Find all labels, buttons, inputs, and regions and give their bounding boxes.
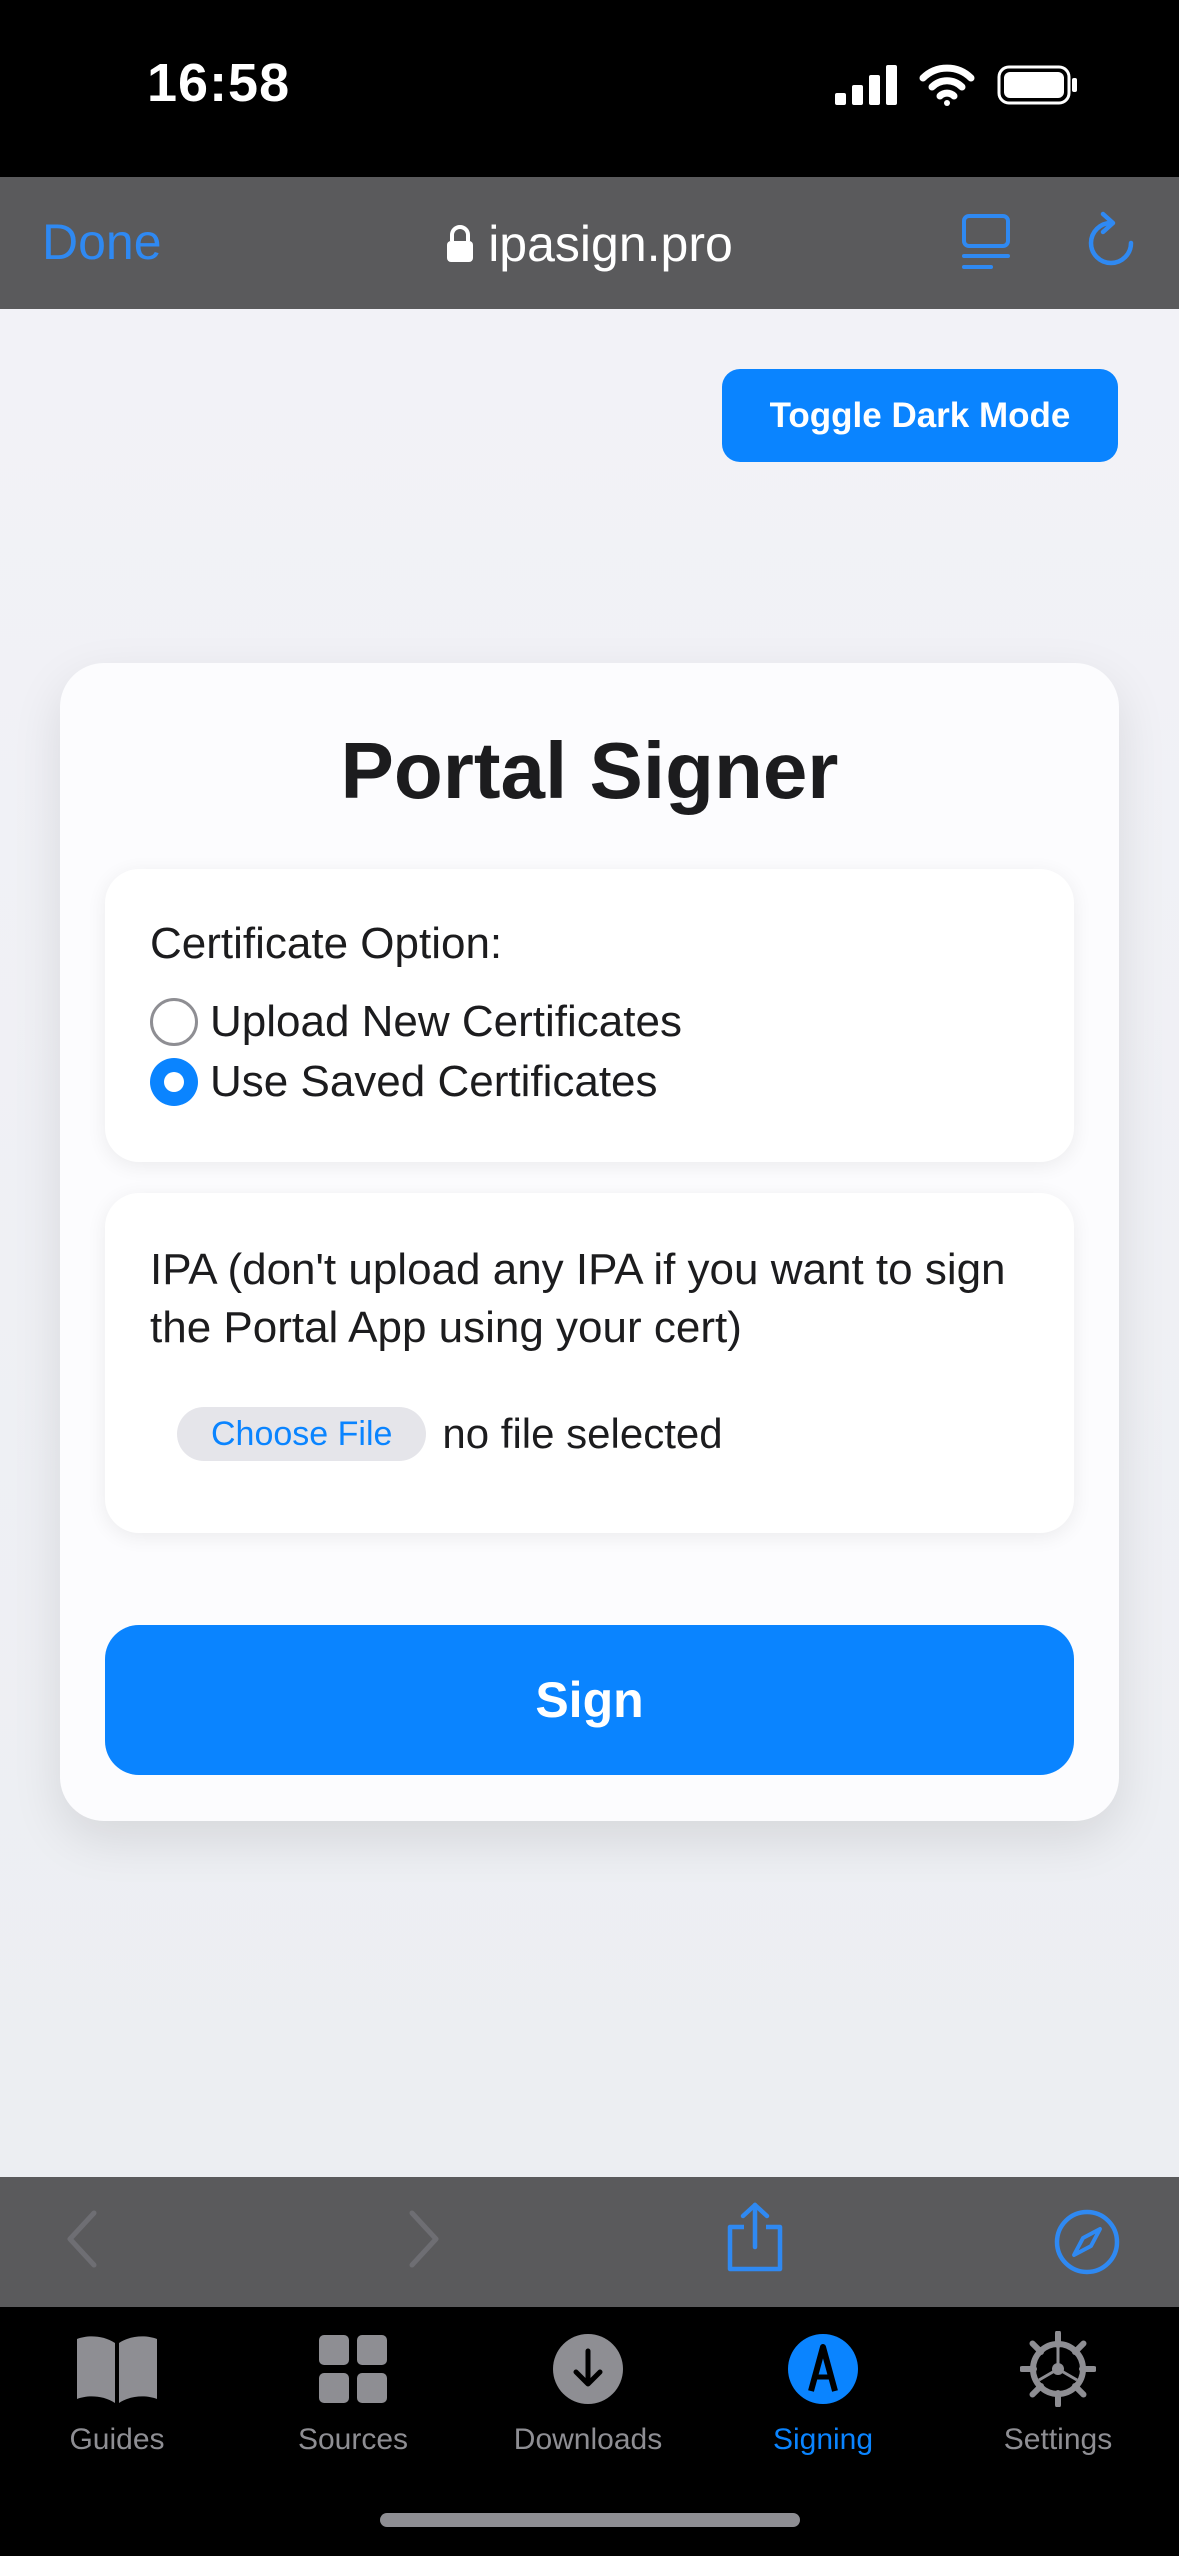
page-title: Portal Signer [340, 726, 839, 815]
url-text: ipasign.pro [488, 215, 733, 272]
choose-file-button[interactable]: Choose File [177, 1407, 427, 1461]
tab-label: Settings [1003, 2423, 1113, 2456]
certificate-option-panel: Certificate Option: Upload New Certifica… [105, 869, 1074, 1162]
back-button[interactable] [62, 2207, 102, 2276]
status-icons [835, 64, 1079, 106]
radio-label: Use Saved Certificates [210, 1057, 658, 1106]
file-input: Choose File no file selected [177, 1407, 723, 1461]
reload-icon [1088, 211, 1134, 266]
battery-icon [997, 65, 1077, 105]
chevron-left-icon [67, 2210, 97, 2268]
tab-label: Guides [69, 2423, 165, 2456]
reader-icon [962, 214, 1010, 269]
status-bar: 16:58 [0, 0, 1179, 177]
sign-button[interactable]: Sign [105, 1625, 1074, 1775]
tab-label: Signing [772, 2423, 874, 2456]
ipa-label: IPA (don't upload any IPA if you want to… [150, 1245, 1006, 1352]
radio-checked-icon[interactable] [150, 1058, 198, 1106]
tab-guides[interactable]: Guides [17, 2327, 217, 2457]
tab-signing[interactable]: Signing [723, 2327, 923, 2457]
share-icon [727, 2202, 783, 2272]
share-button[interactable] [724, 2201, 786, 2278]
wifi-icon [919, 64, 975, 106]
browser-top-bar: Done ipasign.pro [0, 177, 1179, 309]
forward-button[interactable] [404, 2207, 444, 2276]
tab-sources[interactable]: Sources [253, 2327, 453, 2457]
tab-settings[interactable]: Settings [958, 2327, 1158, 2457]
tab-label: Sources [297, 2423, 409, 2456]
tab-downloads[interactable]: Downloads [488, 2327, 688, 2457]
screen: 16:58 Done ipasign.pro Toggle Dark Mode … [0, 0, 1179, 2556]
signer-card: Portal Signer Certificate Option: Upload… [60, 663, 1119, 1821]
reload-button[interactable] [1085, 211, 1137, 276]
browser-bottom-toolbar [0, 2177, 1179, 2307]
radio-unchecked-icon[interactable] [150, 998, 198, 1046]
file-status: no file selected [442, 1410, 723, 1457]
reader-view-button[interactable] [961, 213, 1011, 276]
home-indicator[interactable] [380, 2513, 800, 2527]
radio-upload-new-certificates[interactable]: Upload New Certificates [150, 997, 682, 1047]
web-page: Toggle Dark Mode Portal Signer Certifica… [0, 309, 1179, 2177]
gear-icon [1020, 2331, 1096, 2407]
tab-label: Downloads [513, 2423, 663, 2456]
book-icon [77, 2336, 157, 2403]
status-time: 16:58 [147, 53, 291, 113]
radio-label: Upload New Certificates [210, 997, 682, 1046]
cellular-signal-icon [835, 65, 897, 105]
signing-icon [788, 2334, 858, 2404]
chevron-right-icon [409, 2210, 439, 2268]
compass-icon [1054, 2209, 1120, 2275]
grid-icon [319, 2335, 387, 2403]
download-icon [553, 2334, 623, 2404]
lock-icon [447, 224, 474, 262]
certificate-option-label: Certificate Option: [150, 919, 503, 968]
radio-use-saved-certificates[interactable]: Use Saved Certificates [150, 1057, 658, 1107]
toggle-dark-mode-button[interactable]: Toggle Dark Mode [722, 369, 1118, 462]
compass-button[interactable] [1054, 2209, 1120, 2280]
ipa-upload-panel: IPA (don't upload any IPA if you want to… [105, 1193, 1074, 1533]
